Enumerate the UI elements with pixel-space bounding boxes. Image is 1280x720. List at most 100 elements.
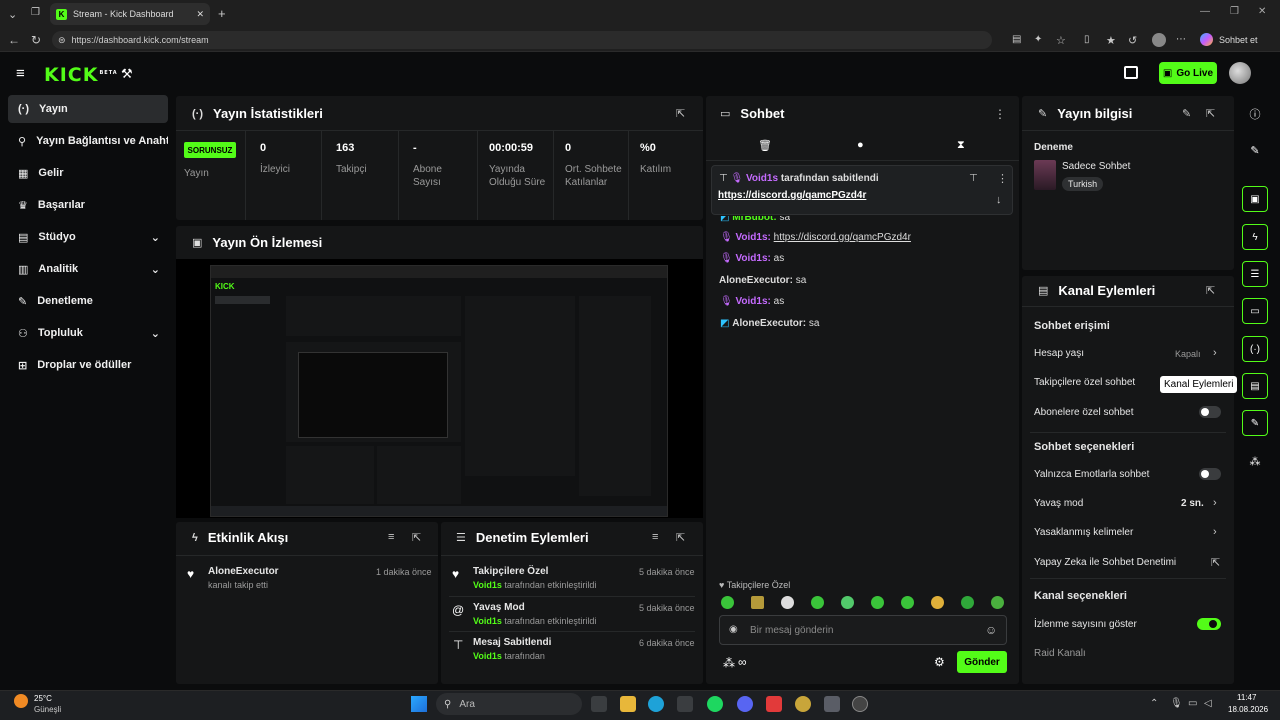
popout-icon[interactable]: ⇱ [1206,107,1215,120]
sidebar-item-studio[interactable]: ▤ Stüdyo ⌄ [8,223,168,251]
app-icon[interactable] [795,696,811,712]
creator-studio-icon[interactable] [1124,66,1138,79]
emote-icon[interactable] [931,596,944,609]
sidebar-item-stream[interactable]: (·) Yayın [8,95,168,123]
app-icon[interactable] [766,696,782,712]
filter-icon[interactable]: ≡ [388,531,394,543]
clock-date[interactable]: 18.08.2026 [1228,705,1268,714]
emote-icon[interactable] [841,596,854,609]
more-browser-icon[interactable]: ⋯ [1176,34,1186,45]
broadcast-toggle-icon[interactable]: (·) [1242,336,1268,362]
popout-icon[interactable]: ⇱ [676,107,685,120]
info-icon[interactable]: ⓘ [1242,101,1268,127]
reload-icon[interactable]: ↻ [31,33,41,47]
network-icon[interactable]: ▭ [1188,698,1197,709]
volume-icon[interactable]: ◁ [1204,698,1212,709]
unpin-icon[interactable]: ⊤ [969,173,978,184]
chat-user[interactable]: Void1s: [735,232,770,243]
stream-preview-video[interactable]: KICK [210,265,668,517]
chevron-right-icon[interactable]: › [1213,526,1217,538]
chat-user[interactable]: AloneExecutor: [732,318,806,329]
user-avatar[interactable] [1229,62,1251,84]
chat-user[interactable]: Void1s: [735,253,770,264]
restore-icon[interactable]: ❐ [1230,6,1239,17]
emote-icon[interactable] [751,596,764,609]
favorites-icon[interactable]: ★ [1106,34,1116,47]
windows-start-icon[interactable] [411,696,427,712]
community-icon[interactable]: ⁂ [723,656,735,670]
back-icon[interactable]: ← [8,33,20,47]
edit-icon[interactable]: ✎ [1182,107,1191,120]
minimize-icon[interactable]: — [1200,6,1210,17]
wrench-toggle-icon[interactable]: ✎ [1242,410,1268,436]
sidebar-item-achievements[interactable]: ♛ Başarılar [8,191,168,219]
app-icon[interactable] [852,696,868,712]
extensions-icon[interactable]: ✦ [1034,34,1042,45]
emote-icon[interactable] [871,596,884,609]
emote-icon[interactable] [901,596,914,609]
tray-overflow-icon[interactable]: ⌃ [1150,698,1158,709]
emote-icon[interactable] [721,596,734,609]
emote-icon[interactable] [811,596,824,609]
browser-tab[interactable]: K Stream - Kick Dashboard ✕ [50,3,210,25]
preview-toggle-icon[interactable]: ▣ [1242,186,1268,212]
chevron-right-icon[interactable]: › [1213,347,1217,359]
channel-actions-toggle-icon[interactable]: ▤ [1242,373,1268,399]
pinned-more-icon[interactable]: ⋮ [997,172,1008,185]
copilot-label[interactable]: Sohbet et [1219,35,1258,45]
filter-icon[interactable]: ≡ [652,531,658,543]
lightning-toggle-icon[interactable]: ϟ [1242,224,1268,250]
close-tab-icon[interactable]: ✕ [196,9,204,20]
edge-icon[interactable] [648,696,664,712]
trash-icon[interactable]: 🗑 [758,139,772,152]
ai-moderation-label[interactable]: Yapay Zeka ile Sohbet Denetimi [1034,557,1176,568]
sidebar-item-stream-key[interactable]: ⚲ Yayın Bağlantısı ve Anahtarı [8,127,168,155]
taskbar-search[interactable]: ⚲ Ara [436,693,582,715]
emotes-only-toggle[interactable] [1199,468,1221,480]
category-name[interactable]: Sadece Sohbet [1062,161,1130,172]
tab-menu-icon[interactable]: ⌄ [8,8,17,21]
discord-icon[interactable] [737,696,753,712]
subs-only-toggle[interactable] [1199,406,1221,418]
chat-more-icon[interactable]: ⋮ [994,107,1006,121]
external-link-icon[interactable]: ⇱ [1211,556,1220,569]
store-icon[interactable] [677,696,693,712]
new-tab-icon[interactable]: + [218,6,226,21]
pinned-user[interactable]: Void1s [746,173,778,184]
show-viewers-toggle[interactable] [1197,618,1221,630]
hourglass-icon[interactable]: ⧗ [957,139,965,152]
hamburger-menu-icon[interactable]: ≡ [16,65,25,82]
expand-down-icon[interactable]: ↓ [996,194,1002,206]
clock-time[interactable]: 11:47 [1237,693,1256,702]
split-icon[interactable]: ▯ [1084,34,1090,45]
site-info-icon[interactable]: ⊜ [58,35,66,46]
tab-actions-icon[interactable]: ❐ [31,7,40,18]
tools-icon[interactable]: ⚒ [121,66,133,82]
category-thumbnail[interactable] [1034,160,1056,190]
file-explorer-icon[interactable] [620,696,636,712]
profile-icon[interactable] [1152,33,1166,47]
list-toggle-icon[interactable]: ☰ [1242,261,1268,287]
close-window-icon[interactable]: ✕ [1258,6,1266,17]
infinity-icon[interactable]: ∞ [738,655,747,669]
edit-layout-icon[interactable]: ✎ [1242,137,1268,163]
url-field[interactable]: ⊜ https://dashboard.kick.com/stream [52,31,992,49]
popout-icon[interactable]: ⇱ [412,531,421,544]
chat-user[interactable]: AloneExecutor: [719,275,793,286]
sidebar-item-analytics[interactable]: ▥ Analitik ⌄ [8,255,168,283]
sidebar-item-revenue[interactable]: ▦ Gelir [8,159,168,187]
emote-icon[interactable] [991,596,1004,609]
send-button[interactable]: Gönder [957,651,1007,673]
app-icon[interactable] [824,696,840,712]
pinned-link[interactable]: https://discord.gg/qamcPGzd4r [718,190,866,201]
kick-logo[interactable]: KICKBETA [44,64,118,86]
emoji-icon[interactable]: ☺ [985,623,997,637]
go-live-button[interactable]: ▣ Go Live [1159,62,1217,84]
chevron-right-icon[interactable]: › [1213,497,1217,509]
weather-icon[interactable] [14,694,28,708]
favorite-icon[interactable]: ☆ [1056,34,1066,47]
community-icon[interactable]: ⁂ [1242,448,1268,474]
history-icon[interactable]: ↺ [1128,34,1137,47]
chat-bubble-icon[interactable]: ● [857,139,864,151]
reader-icon[interactable]: ▤ [1012,34,1021,45]
